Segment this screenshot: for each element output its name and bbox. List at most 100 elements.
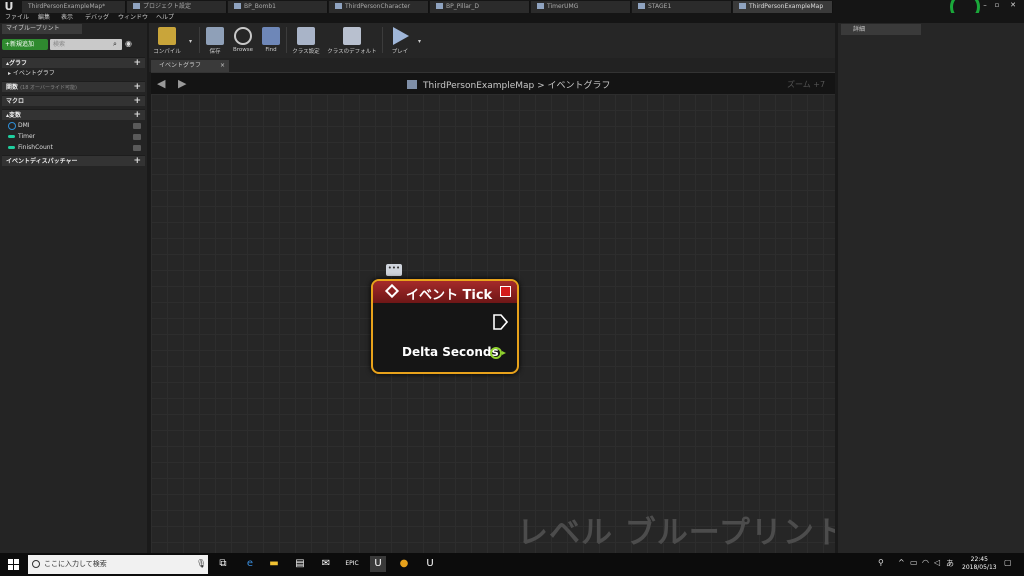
taskbar-clock[interactable]: 22:45 2018/05/13 [962,556,997,572]
find-button[interactable]: Find [259,24,283,57]
section-macros[interactable]: マクロ + [2,95,145,106]
doc-tab-label: プロジェクト設定 [143,3,192,10]
volume-icon[interactable]: ◁ [934,558,940,567]
eye-icon[interactable]: ◉ [125,39,132,48]
play-options-chevron-icon[interactable]: ▾ [418,38,421,45]
menu-file[interactable]: ファイル [5,13,29,23]
task-view-icon[interactable]: ⧉ [215,556,231,572]
functions-hint: (18 オーバーライド可能) [20,85,77,91]
class-settings-button[interactable]: クラス設定 [289,24,323,57]
add-variable-icon[interactable]: + [133,110,141,121]
network-icon[interactable]: ▭ [910,558,918,567]
add-new-button[interactable]: +新規追加 [2,39,48,50]
visibility-eye-icon[interactable] [133,123,141,129]
taskbar-search-input[interactable]: ここに入力して検索 [28,555,208,574]
doc-tab-2[interactable]: BP_Bomb1 [228,1,328,13]
visibility-eye-icon[interactable] [133,145,141,151]
level-blueprint-icon [407,80,417,89]
graph-canvas[interactable]: ••• イベント Tick Delta Seconds レベル ブループリント [151,94,835,553]
add-dispatcher-icon[interactable]: + [133,156,141,167]
browse-magnifier-icon [234,27,252,45]
doc-tab-0[interactable]: ThirdPersonExampleMap* [22,1,126,13]
doc-tab-4[interactable]: BP_Pillar_D [430,1,530,13]
visibility-eye-icon[interactable] [133,134,141,140]
unreal-editor-2-icon[interactable]: U [422,556,438,572]
section-functions[interactable]: 関数 (18 オーバーライド可能) + [2,81,145,92]
tray-chevron-up-icon[interactable]: ^ [898,558,905,567]
play-button[interactable]: プレイ [386,24,414,57]
comment-bubble-icon[interactable]: ••• [386,264,402,276]
doc-tab-label: BP_Pillar_D [446,3,479,10]
my-blueprint-panel: マイブループリント +新規追加 検索 ⌕ ◉ ▴グラフ + ▸ イベントグラフ 関… [0,23,147,553]
mail-icon[interactable]: ✉ [318,556,334,572]
person-icon[interactable]: ⚲ [878,558,884,567]
back-arrow-icon[interactable]: ◀ [157,77,165,90]
search-icon[interactable]: ⌕ [113,40,117,49]
exec-output-pin-icon[interactable] [493,314,508,330]
notification-icon[interactable]: ▢ [1004,558,1012,567]
menu-edit[interactable]: 編集 [38,13,50,23]
variable-item[interactable]: Timer [2,132,145,142]
wifi-icon[interactable]: ◠ [922,558,929,567]
doc-tab-1[interactable]: プロジェクト設定 [127,1,227,13]
chrome-icon[interactable]: ● [396,556,412,572]
close-icon[interactable]: ✕ [1008,0,1018,10]
graph-header: ◀ ▶ ThirdPersonExampleMap > イベントグラフ ズーム … [151,72,835,94]
add-new-label: +新規追加 [5,41,35,48]
section-event-dispatchers[interactable]: イベントディスパッチャー + [2,155,145,166]
menu-view[interactable]: 表示 [61,13,73,23]
float-output-pin-icon[interactable] [490,347,502,359]
event-tick-node[interactable]: イベント Tick Delta Seconds [371,279,519,374]
variable-item[interactable]: FinishCount [2,143,145,153]
doc-tab-label: STAGE1 [648,3,672,10]
add-graph-icon[interactable]: + [133,58,141,69]
compile-button[interactable]: コンパイル [151,24,183,57]
class-settings-gear-icon [297,27,315,45]
section-graph[interactable]: ▴グラフ + [2,57,145,68]
maximize-icon[interactable]: ▫ [992,0,1002,10]
store-icon[interactable]: ▤ [292,556,308,572]
toolbar-separator [382,27,383,53]
close-tab-icon[interactable]: × [220,60,225,72]
cortana-icon [32,560,40,568]
delegate-pin-icon[interactable] [500,286,511,297]
forward-arrow-icon[interactable]: ▶ [178,77,186,90]
compile-icon [158,27,176,45]
unreal-editor-icon[interactable]: U [370,556,386,572]
breadcrumb-leaf[interactable]: イベントグラフ [548,81,611,91]
doc-tab-7[interactable]: ThirdPersonExampleMap [733,1,833,13]
microphone-icon[interactable]: 🎙 [196,559,206,568]
windows-taskbar: ここに入力して検索 🎙 ⧉ e ▬ ▤ ✉ EPIC U ● U ⚲ ^ ▭ ◠… [0,553,1024,576]
file-explorer-icon[interactable]: ▬ [266,556,282,572]
breadcrumb-root[interactable]: ThirdPersonExampleMap [423,81,534,91]
search-input[interactable]: 検索 [50,39,122,50]
doc-tab-5[interactable]: TimerUMG [531,1,631,13]
menu-window[interactable]: ウィンドウ [118,13,148,23]
event-graph-tab-label: イベントグラフ [159,62,202,69]
epic-launcher-icon[interactable]: EPIC [344,556,360,572]
class-defaults-button[interactable]: クラスのデフォルト [326,24,378,57]
doc-tab-label: ThirdPersonExampleMap* [28,3,106,10]
variable-item[interactable]: DMI [2,121,145,131]
ime-icon[interactable]: あ [946,558,954,569]
doc-tab-label: TimerUMG [547,3,579,10]
my-blueprint-tab[interactable]: マイブループリント [2,24,82,34]
browse-button[interactable]: Browse [229,24,257,57]
details-tab[interactable]: 詳細 [841,24,921,35]
menu-help[interactable]: ヘルプ [156,13,174,23]
windows-start-icon[interactable] [8,559,19,570]
doc-tab-3[interactable]: ThirdPersonCharacter [329,1,429,13]
event-graph-item[interactable]: ▸ イベントグラフ [2,69,145,79]
edge-browser-icon[interactable]: e [242,556,258,572]
minimize-icon[interactable]: – [980,0,990,10]
doc-tab-label: ThirdPersonCharacter [345,3,411,10]
doc-tab-6[interactable]: STAGE1 [632,1,732,13]
add-function-icon[interactable]: + [133,82,141,93]
section-variables[interactable]: ▴変数 + [2,109,145,120]
tab-event-graph[interactable]: イベントグラフ × [151,60,229,72]
blueprint-icon [335,3,342,9]
add-macro-icon[interactable]: + [133,96,141,107]
save-button[interactable]: 保存 [203,24,227,57]
menu-debug[interactable]: デバッグ [85,13,109,23]
compile-options-chevron-icon[interactable]: ▾ [189,38,192,45]
